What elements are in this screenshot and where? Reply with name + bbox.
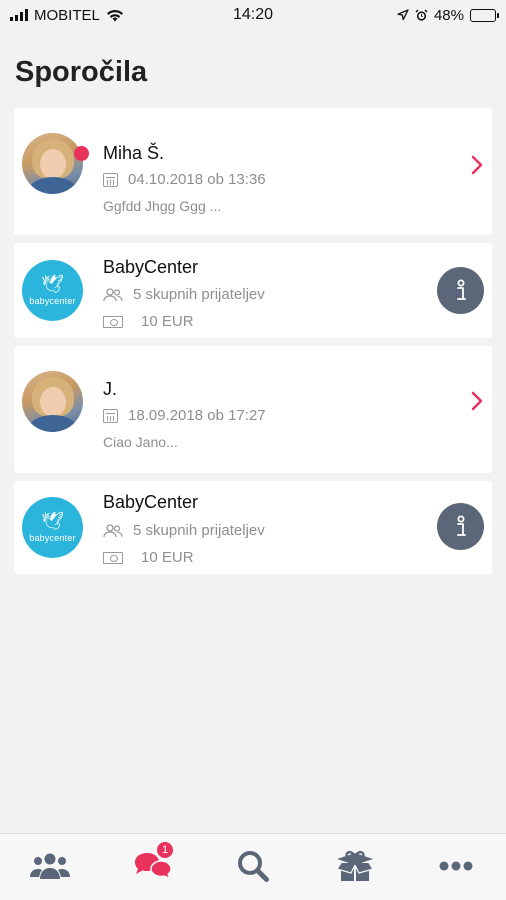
price-row: 10 EUR [103, 313, 194, 330]
contact-name: BabyCenter [103, 492, 199, 512]
stork-icon: 🕊 [41, 511, 64, 531]
status-bar: MOBITEL 14:20 48% [0, 0, 506, 30]
more-icon [439, 861, 473, 871]
calendar-icon [103, 408, 118, 423]
conversation-item[interactable]: 🕊 babycenter BabyCenter 5 skupnih prijat… [14, 481, 492, 574]
price-row: 10 EUR [103, 549, 194, 566]
clock: 14:20 [232, 6, 274, 23]
signal-icon [10, 9, 28, 21]
tab-search[interactable] [231, 846, 275, 886]
friends-row: 5 skupnih prijateljev [103, 286, 265, 303]
stork-icon: 🕊 [41, 274, 64, 294]
mutual-friends: 5 skupnih prijateljev [133, 522, 265, 539]
babycenter-logo: 🕊 babycenter [22, 260, 83, 321]
price: 10 EUR [141, 549, 194, 566]
info-icon [456, 279, 466, 300]
friends-icon [103, 287, 123, 301]
mutual-friends: 5 skupnih prijateljev [133, 286, 265, 303]
tab-bar: 1 [0, 833, 506, 900]
status-left: MOBITEL [10, 7, 124, 24]
tab-people[interactable] [28, 846, 72, 886]
battery-percent: 48% [433, 6, 464, 24]
contact-name: BabyCenter [103, 257, 199, 277]
friends-icon [103, 523, 123, 537]
chevron-right-icon[interactable] [470, 390, 484, 412]
message-preview: Ggfdd Jhgg Ggg ... [103, 198, 222, 214]
gift-box-icon [336, 850, 374, 881]
people-icon [30, 853, 70, 879]
tab-more[interactable] [434, 846, 478, 886]
chevron-right-icon[interactable] [470, 154, 484, 176]
search-icon [238, 851, 269, 882]
carrier-label: MOBITEL [34, 6, 100, 24]
conversation-item[interactable]: 🕊 babycenter BabyCenter 5 skupnih prijat… [14, 243, 492, 338]
unread-badge: 1 [156, 841, 174, 859]
money-icon [103, 551, 123, 564]
friends-row: 5 skupnih prijateljev [103, 522, 265, 539]
calendar-icon [103, 172, 118, 187]
message-preview: Ciao Jano... [103, 434, 178, 450]
contact-name: J. [103, 379, 118, 399]
info-icon [456, 515, 466, 536]
conversation-item[interactable]: J. 18.09.2018 ob 17:27 Ciao Jano... [14, 346, 492, 473]
location-arrow-icon [397, 9, 409, 21]
date-row: 04.10.2018 ob 13:36 [103, 171, 266, 188]
avatar [22, 371, 83, 432]
message-date: 18.09.2018 ob 17:27 [128, 407, 266, 424]
avatar [22, 133, 83, 194]
unread-indicator [74, 146, 89, 161]
contact-name: Miha Š. [103, 143, 165, 163]
price: 10 EUR [141, 313, 194, 330]
tab-gifts[interactable] [333, 846, 377, 886]
status-right: 48% [397, 6, 499, 24]
battery-icon [470, 8, 499, 22]
info-button[interactable] [437, 267, 484, 314]
babycenter-logo: 🕊 babycenter [22, 497, 83, 558]
wifi-icon [106, 9, 123, 21]
page-title: Sporočila [15, 56, 148, 88]
message-date: 04.10.2018 ob 13:36 [128, 171, 266, 188]
conversation-item[interactable]: Miha Š. 04.10.2018 ob 13:36 Ggfdd Jhgg G… [14, 108, 492, 235]
money-icon [103, 315, 123, 328]
info-button[interactable] [437, 503, 484, 550]
date-row: 18.09.2018 ob 17:27 [103, 407, 266, 424]
alarm-icon [415, 9, 428, 21]
tab-messages[interactable]: 1 [131, 841, 175, 886]
